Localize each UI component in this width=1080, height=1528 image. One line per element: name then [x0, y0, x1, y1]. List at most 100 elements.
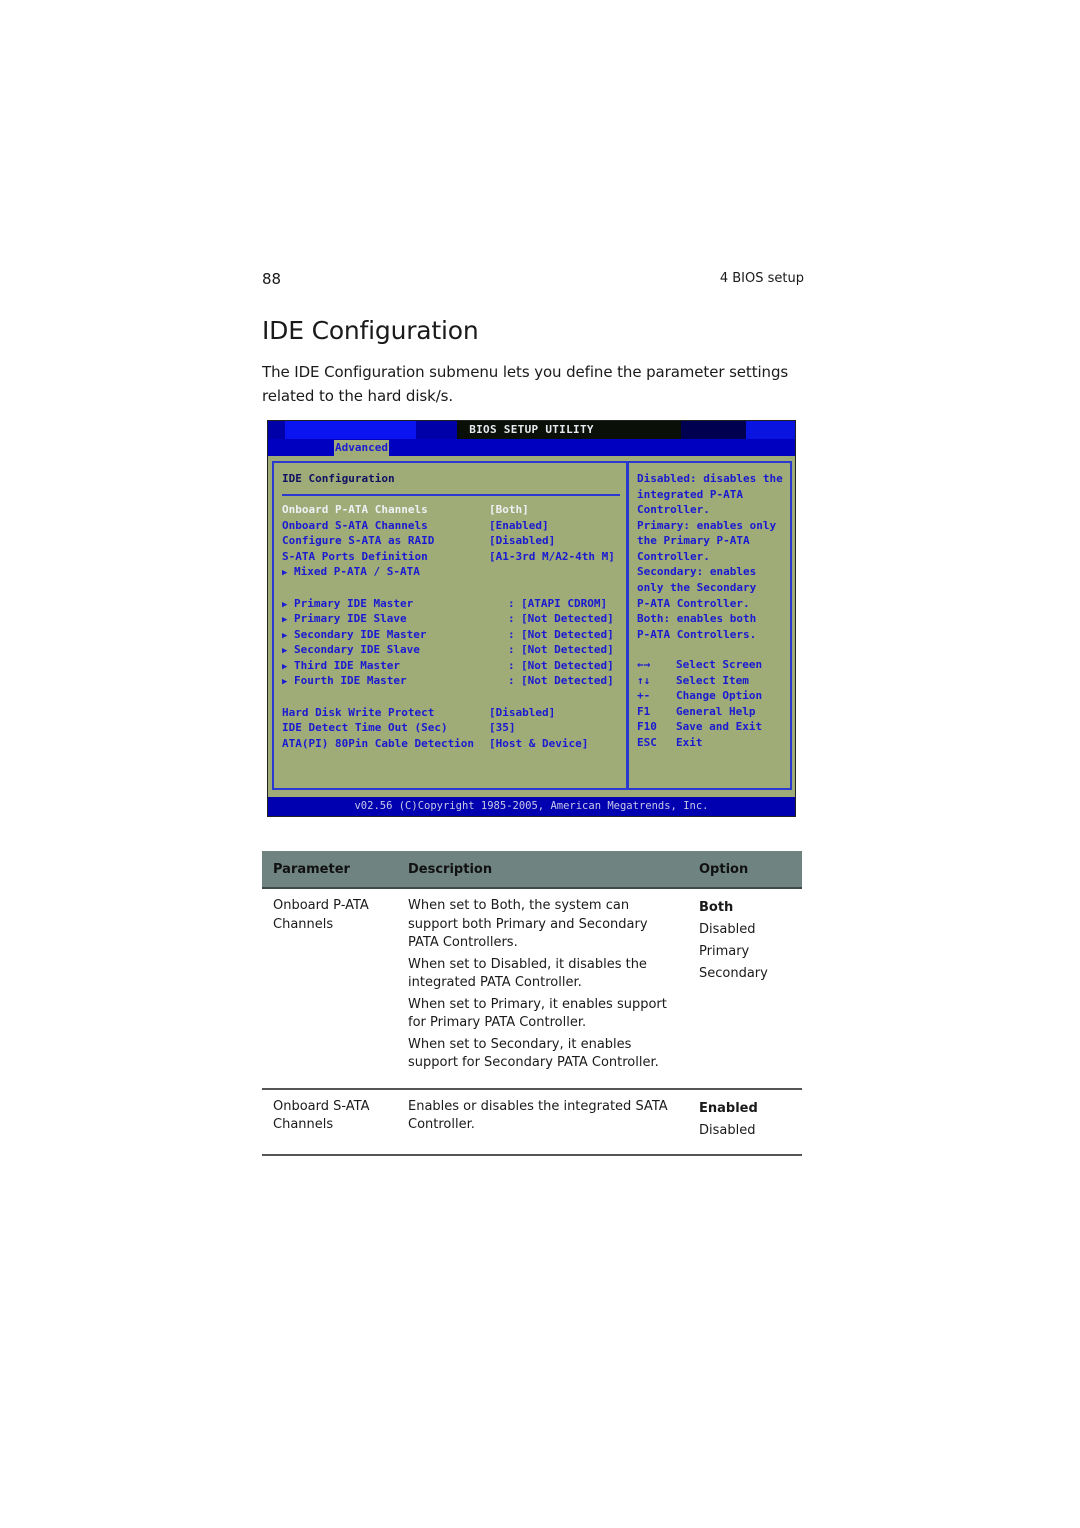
device-label: Primary IDE Master [294, 597, 414, 610]
column-header-option: Option [688, 851, 802, 889]
device-value: [Not Detected] [521, 659, 614, 672]
key-hint-exit: ESC Exit [637, 736, 703, 749]
submenu-arrow-icon: ▶ [282, 631, 288, 641]
device-value: [Not Detected] [521, 674, 614, 687]
description-paragraph: When set to Secondary, it enables suppor… [408, 1036, 659, 1071]
option-value: Secondary [699, 966, 768, 981]
option-default: Enabled [699, 1100, 758, 1116]
help-text-line: the Primary P-ATA [637, 534, 750, 547]
key-action: Select Screen [676, 658, 763, 671]
help-text-line: integrated P-ATA [637, 488, 743, 501]
bios-item-cable-detection[interactable]: ATA(PI) 80Pin Cable Detection [Host & De… [282, 736, 622, 751]
bios-tab-bar: Advanced [268, 439, 795, 456]
submenu-arrow-icon: ▶ [282, 677, 288, 687]
bios-window-title: BIOS SETUP UTILITY [469, 423, 594, 436]
help-text-line: only the Secondary [637, 581, 757, 594]
device-label: Third IDE Master [294, 659, 401, 672]
key-hint-select-item: ↑↓ Select Item [637, 674, 749, 687]
help-text-line: Secondary: enables [637, 565, 757, 578]
key-action: General Help [676, 705, 756, 718]
page-number: 88 [262, 270, 282, 288]
item-label: S-ATA Ports Definition [282, 550, 428, 563]
colon: : [508, 659, 515, 672]
item-value: [Enabled] [489, 519, 549, 532]
help-text-line: Both: enables both [637, 612, 757, 625]
help-text-line: Controller. [637, 550, 710, 563]
bios-device-third-master[interactable]: ▶ Third IDE Master : [Not Detected] [282, 658, 622, 673]
bios-item-sata-raid[interactable]: Configure S-ATA as RAID [Disabled] [282, 533, 622, 548]
table-row: Onboard P-ATA Channels When set to Both,… [262, 888, 802, 1090]
key-hint-save-exit: F10 Save and Exit [637, 720, 762, 733]
tab-advanced[interactable]: Advanced [334, 440, 389, 456]
bios-item-onboard-pata[interactable]: Onboard P-ATA Channels [Both] [282, 502, 622, 517]
colon: : [508, 674, 515, 687]
device-value: [Not Detected] [521, 612, 614, 625]
bios-device-primary-master[interactable]: ▶ Primary IDE Master : [ATAPI CDROM] [282, 596, 622, 611]
description-cell: Enables or disables the integrated SATA … [397, 1088, 688, 1156]
key-action: Select Item [676, 674, 749, 687]
help-text-line: P-ATA Controller. [637, 597, 750, 610]
bios-device-primary-slave[interactable]: ▶ Primary IDE Slave : [Not Detected] [282, 611, 622, 626]
device-value: [Not Detected] [521, 643, 614, 656]
item-value: [35] [489, 721, 516, 734]
bios-item-detect-timeout[interactable]: IDE Detect Time Out (Sec) [35] [282, 720, 622, 735]
esc-key: ESC [637, 736, 657, 749]
bios-item-onboard-sata[interactable]: Onboard S-ATA Channels [Enabled] [282, 518, 622, 533]
bios-item-sata-ports[interactable]: S-ATA Ports Definition [A1-3rd M/A2-4th … [282, 549, 622, 564]
column-header-description: Description [397, 851, 688, 889]
bios-screenshot: BIOS SETUP UTILITY Advanced IDE Configur… [267, 420, 796, 817]
device-label: Secondary IDE Master [294, 628, 427, 641]
bios-settings-panel: IDE Configuration Onboard P-ATA Channels… [272, 461, 628, 790]
submenu-arrow-icon: ▶ [282, 600, 288, 610]
parameter-cell: Onboard S-ATA Channels [262, 1088, 397, 1156]
bios-device-secondary-slave[interactable]: ▶ Secondary IDE Slave : [Not Detected] [282, 642, 622, 657]
bios-device-fourth-master[interactable]: ▶ Fourth IDE Master : [Not Detected] [282, 673, 622, 688]
bios-title-bar: BIOS SETUP UTILITY [268, 421, 795, 439]
colon: : [508, 612, 515, 625]
page-title: IDE Configuration [262, 316, 479, 345]
item-label: Onboard P-ATA Channels [282, 503, 428, 516]
help-text-line: Controller. [637, 503, 710, 516]
item-value: [Disabled] [489, 706, 556, 719]
help-text-line: Disabled: disables the [637, 472, 783, 485]
colon: : [508, 628, 515, 641]
bios-help-panel: Disabled: disables the integrated P-ATA … [627, 461, 792, 790]
option-value: Disabled [699, 922, 756, 937]
bios-copyright-footer: v02.56 (C)Copyright 1985-2005, American … [268, 797, 795, 816]
option-value: Primary [699, 944, 750, 959]
item-value: [Disabled] [489, 534, 556, 547]
description-paragraph: Enables or disables the integrated SATA … [408, 1098, 668, 1133]
item-label: Onboard S-ATA Channels [282, 519, 428, 532]
device-value: [Not Detected] [521, 628, 614, 641]
divider [282, 494, 620, 496]
bios-section-heading: IDE Configuration [282, 472, 395, 485]
submenu-arrow-icon: ▶ [282, 615, 288, 625]
description-paragraph: When set to Disabled, it disables the in… [408, 956, 647, 991]
item-label: IDE Detect Time Out (Sec) [282, 721, 448, 734]
bios-item-mixed-pata-sata[interactable]: ▶ Mixed P-ATA / S-ATA [282, 564, 622, 579]
help-text-line: Primary: enables only [637, 519, 777, 532]
key-action: Exit [676, 736, 703, 749]
description-paragraph: When set to Both, the system can support… [408, 898, 648, 950]
description-paragraph: When set to Primary, it enables support … [408, 996, 667, 1031]
help-text-line: P-ATA Controllers. [637, 628, 757, 641]
submenu-arrow-icon: ▶ [282, 646, 288, 656]
bios-device-secondary-master[interactable]: ▶ Secondary IDE Master : [Not Detected] [282, 627, 622, 642]
up-down-arrow-icon: ↑↓ [637, 674, 651, 687]
item-label: Mixed P-ATA / S-ATA [294, 565, 420, 578]
submenu-arrow-icon: ▶ [282, 568, 288, 578]
chapter-label: 4 BIOS setup [719, 271, 804, 286]
table-row: Onboard S-ATA Channels Enables or disabl… [262, 1088, 802, 1156]
key-action: Save and Exit [676, 720, 763, 733]
item-label: Hard Disk Write Protect [282, 706, 435, 719]
option-cell: Both Disabled Primary Secondary [688, 888, 802, 1090]
item-value: [Host & Device] [489, 737, 589, 750]
colon: : [508, 597, 515, 610]
bios-item-write-protect[interactable]: Hard Disk Write Protect [Disabled] [282, 705, 622, 720]
option-cell: Enabled Disabled [688, 1088, 802, 1156]
item-value: [A1-3rd M/A2-4th M] [489, 550, 615, 563]
submenu-arrow-icon: ▶ [282, 662, 288, 672]
plus-minus-key: +- [637, 689, 651, 702]
item-label: ATA(PI) 80Pin Cable Detection [282, 737, 475, 750]
parameter-cell: Onboard P-ATA Channels [262, 888, 397, 1090]
